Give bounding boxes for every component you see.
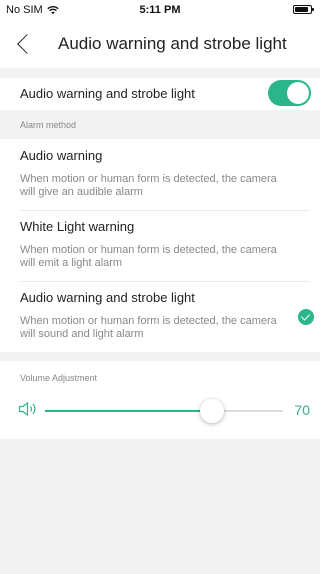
- toggle-knob: [287, 82, 309, 104]
- option-title: Audio warning and strobe light: [20, 290, 195, 305]
- alarm-method-header: Alarm method: [0, 110, 320, 139]
- volume-value: 70: [294, 402, 310, 418]
- selected-check-icon: [298, 309, 314, 325]
- volume-section: Volume Adjustment 70: [0, 361, 320, 439]
- main-toggle-label: Audio warning and strobe light: [20, 86, 195, 101]
- main-toggle-row: Audio warning and strobe light: [0, 78, 320, 110]
- option-title: White Light warning: [20, 219, 135, 234]
- speaker-icon: [18, 402, 36, 416]
- status-time: 5:11 PM: [139, 4, 181, 16]
- option-audio-warning[interactable]: Audio warning When motion or human form …: [0, 139, 320, 210]
- option-description: When motion or human form is detected, t…: [20, 244, 277, 269]
- battery-icon: [293, 5, 314, 14]
- page-title: Audio warning and strobe light: [58, 34, 287, 53]
- volume-slider[interactable]: [45, 399, 283, 423]
- option-audio-and-strobe[interactable]: Audio warning and strobe light When moti…: [0, 281, 320, 352]
- volume-slider-thumb[interactable]: [199, 399, 224, 423]
- option-description: When motion or human form is detected, t…: [20, 315, 277, 340]
- back-chevron-icon[interactable]: [17, 34, 37, 54]
- option-description: When motion or human form is detected, t…: [20, 173, 277, 198]
- alarm-method-label: Alarm method: [20, 120, 77, 130]
- status-bar: No SIM 5:11 PM: [0, 0, 320, 20]
- spacer: [0, 68, 320, 78]
- volume-label: Volume Adjustment: [20, 373, 98, 383]
- main-toggle-switch[interactable]: [268, 80, 311, 106]
- option-title: Audio warning: [20, 148, 103, 163]
- volume-slider-fill: [45, 410, 212, 412]
- nav-bar: Audio warning and strobe light: [0, 20, 320, 68]
- option-white-light-warning[interactable]: White Light warning When motion or human…: [0, 210, 320, 281]
